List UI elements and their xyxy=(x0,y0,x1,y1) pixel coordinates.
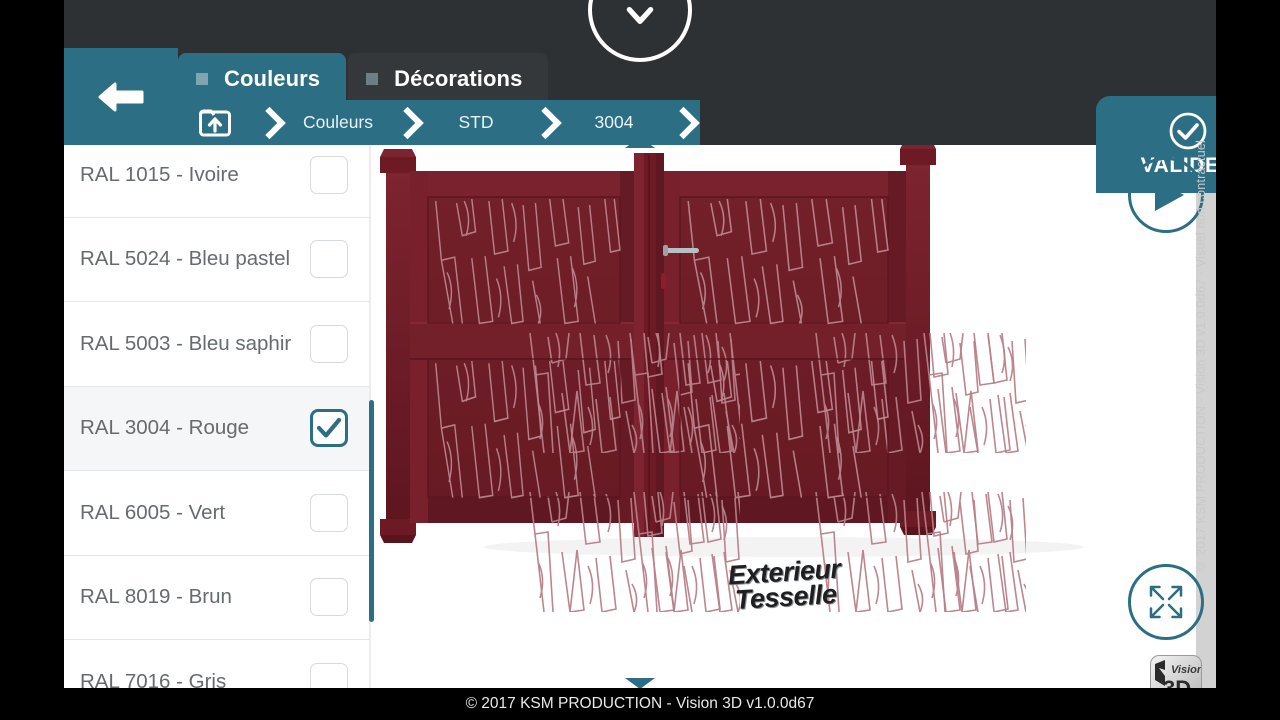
breadcrumb-separator xyxy=(390,100,424,145)
footer-copyright: © 2017 KSM PRODUCTION - Vision 3D v1.0.0… xyxy=(465,695,815,712)
checkbox-unchecked[interactable] xyxy=(310,324,348,363)
scroll-up-indicator-icon[interactable] xyxy=(625,137,655,148)
breadcrumb-separator xyxy=(528,100,562,145)
color-list-item[interactable]: RAL 8019 - Brun xyxy=(64,555,372,640)
color-list-panel[interactable]: RAL 1015 - Ivoire RAL 5024 - Bleu pastel R… xyxy=(64,145,372,688)
color-list-item[interactable]: RAL 7016 - Gris xyxy=(64,640,372,688)
header: Couleurs Décorations Couleurs STD 3004 V… xyxy=(64,48,1280,193)
checkbox-unchecked[interactable] xyxy=(310,662,348,688)
breadcrumb-item-std[interactable]: STD xyxy=(424,100,528,145)
breadcrumb-item-label: 3004 xyxy=(594,112,634,132)
color-list-item[interactable]: RAL 6005 - Vert xyxy=(64,471,372,556)
square-icon xyxy=(366,73,379,85)
color-list-item[interactable]: RAL 5024 - Bleu pastel xyxy=(64,217,372,302)
color-list-item-label: RAL 5003 - Bleu saphir xyxy=(80,331,292,355)
color-list-item-label: RAL 8019 - Brun xyxy=(80,585,232,609)
footer: © 2017 KSM PRODUCTION - Vision 3D v1.0.0… xyxy=(0,688,1280,720)
fullscreen-button[interactable] xyxy=(1128,564,1204,640)
checkbox-unchecked[interactable] xyxy=(310,240,348,279)
breadcrumb-item-label: STD xyxy=(458,112,494,132)
check-circle-icon xyxy=(1169,112,1207,150)
svg-text:Vision: Vision xyxy=(1171,664,1202,676)
folder-up-icon xyxy=(199,109,231,136)
square-icon xyxy=(196,73,208,85)
color-list-item-label: RAL 7016 - Gris xyxy=(80,669,227,688)
scrollbar-thumb[interactable] xyxy=(369,400,374,622)
breadcrumb-separator xyxy=(252,100,286,145)
checkbox-unchecked[interactable] xyxy=(310,155,348,194)
color-list-item[interactable]: RAL 1015 - Ivoire xyxy=(64,145,372,218)
model-viewer[interactable]: Exterieur Tesselle xyxy=(372,145,1196,688)
breadcrumb-home[interactable] xyxy=(178,100,252,145)
tab-decorations[interactable]: Décorations xyxy=(348,53,549,105)
checkbox-checked[interactable] xyxy=(310,409,348,448)
color-list-item-label: RAL 5024 - Bleu pastel xyxy=(80,247,291,271)
color-list-item[interactable]: RAL 3004 - Rouge xyxy=(64,386,372,471)
letterbox-left xyxy=(0,0,64,720)
color-list-item-label: RAL 1015 - Ivoire xyxy=(80,162,239,186)
tab-couleurs[interactable]: Couleurs xyxy=(178,53,347,105)
breadcrumb: Couleurs STD 3004 xyxy=(178,100,700,145)
tab-couleurs-label: Couleurs xyxy=(224,66,321,91)
play-animation-button[interactable] xyxy=(1128,157,1204,233)
checkbox-unchecked[interactable] xyxy=(310,493,348,532)
color-list-item-label: RAL 6005 - Vert xyxy=(80,500,226,524)
tab-bar: Couleurs Décorations xyxy=(178,48,550,105)
arrow-left-icon xyxy=(98,82,144,111)
tab-decorations-label: Décorations xyxy=(394,66,523,91)
color-list-item-label: RAL 3004 - Rouge xyxy=(80,416,250,440)
check-icon xyxy=(316,418,342,438)
breadcrumb-item-couleurs[interactable]: Couleurs xyxy=(286,100,390,145)
expand-arrows-icon xyxy=(1149,585,1183,619)
app-root: Couleurs Décorations Couleurs STD 3004 V… xyxy=(0,0,1280,720)
chevron-down-icon xyxy=(626,6,654,24)
letterbox-right xyxy=(1216,0,1280,720)
breadcrumb-separator-end xyxy=(666,100,700,145)
checkbox-unchecked[interactable] xyxy=(310,578,348,617)
play-icon xyxy=(1155,179,1184,211)
back-button[interactable] xyxy=(64,48,178,145)
gate-handle-icon xyxy=(665,248,699,253)
color-list-item[interactable]: RAL 5003 - Bleu saphir xyxy=(64,302,372,387)
color-list: RAL 1015 - Ivoire RAL 5024 - Bleu pastel R… xyxy=(64,145,372,688)
breadcrumb-item-label: Couleurs xyxy=(302,112,374,132)
